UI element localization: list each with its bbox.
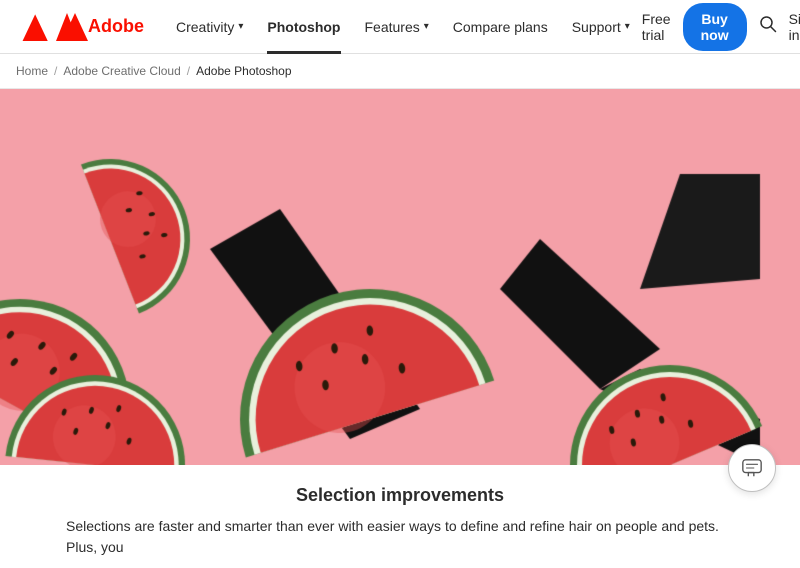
breadcrumb: Home / Adobe Creative Cloud / Adobe Phot… [0, 54, 800, 89]
breadcrumb-creative-cloud[interactable]: Adobe Creative Cloud [63, 64, 180, 78]
hero-image [0, 89, 800, 465]
adobe-brand-text: Adobe [88, 16, 144, 37]
search-icon[interactable] [759, 15, 777, 38]
breadcrumb-home[interactable]: Home [16, 64, 48, 78]
chat-button[interactable] [728, 444, 776, 492]
brand-logo[interactable]: Adobe [16, 13, 144, 41]
nav-right-actions: Free trial Buy now Sign in [642, 3, 800, 51]
nav-item-photoshop[interactable]: Photoshop [255, 0, 352, 54]
hero-canvas [0, 89, 800, 465]
breadcrumb-sep-1: / [54, 64, 57, 78]
adobe-a-icon [56, 13, 88, 41]
adobe-logo-icon [16, 13, 48, 41]
content-title: Selection improvements [66, 485, 734, 506]
content-body: Selections are faster and smarter than e… [66, 516, 734, 558]
chat-icon [741, 457, 763, 479]
nav-item-support[interactable]: Support ▾ [560, 0, 642, 54]
breadcrumb-current: Adobe Photoshop [196, 64, 291, 78]
features-chevron-icon: ▾ [424, 21, 429, 32]
nav-item-compare-plans[interactable]: Compare plans [441, 0, 560, 54]
nav-items-list: Creativity ▾ Photoshop Features ▾ Compar… [164, 0, 642, 54]
free-trial-link[interactable]: Free trial [642, 11, 671, 43]
content-section: Selection improvements Selections are fa… [50, 465, 750, 568]
nav-item-features[interactable]: Features ▾ [353, 0, 441, 54]
creativity-chevron-icon: ▾ [238, 21, 243, 32]
buy-now-button[interactable]: Buy now [683, 3, 747, 51]
nav-item-creativity[interactable]: Creativity ▾ [164, 0, 255, 54]
support-chevron-icon: ▾ [625, 21, 630, 32]
sign-in-link[interactable]: Sign in [789, 11, 800, 43]
breadcrumb-sep-2: / [187, 64, 190, 78]
main-nav: Adobe Creativity ▾ Photoshop Features ▾ … [0, 0, 800, 54]
